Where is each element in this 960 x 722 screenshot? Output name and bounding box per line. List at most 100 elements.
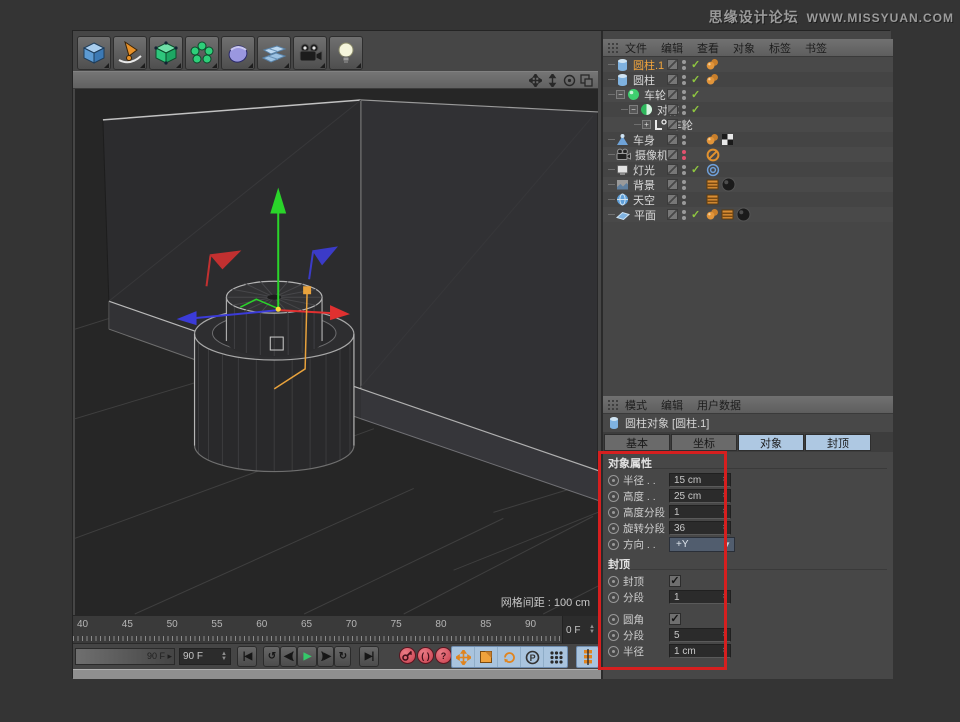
- forbid-tag-icon[interactable]: [706, 148, 720, 162]
- object-manager-menu-item-4[interactable]: 标签: [769, 40, 791, 56]
- animation-dot-icon[interactable]: [608, 523, 619, 534]
- property-checkbox[interactable]: ✓: [669, 613, 681, 625]
- object-row[interactable]: 背景: [603, 177, 893, 192]
- animation-dot-icon[interactable]: [608, 576, 619, 587]
- next-key-button[interactable]: ↻: [334, 646, 351, 667]
- tree-expander[interactable]: −: [616, 90, 625, 99]
- material-tag-icon[interactable]: [721, 177, 736, 192]
- end-frame-field[interactable]: 90 F ▲▼: [179, 648, 231, 665]
- current-frame-field[interactable]: 0 F ▲▼: [562, 616, 598, 644]
- attribute-manager-menu-item-0[interactable]: 模式: [625, 397, 647, 413]
- object-manager-menu-item-2[interactable]: 查看: [697, 40, 719, 56]
- object-name[interactable]: 背景: [633, 177, 655, 193]
- stepper-icon[interactable]: ▲▼: [722, 507, 728, 517]
- spline-pen-button[interactable]: [113, 36, 147, 70]
- record-position-toggle[interactable]: [452, 647, 475, 667]
- phong-tag-icon[interactable]: [706, 58, 719, 71]
- visibility-dots[interactable]: [682, 134, 686, 146]
- stepper-icon[interactable]: ▲▼: [589, 625, 595, 635]
- next-frame-button[interactable]: )▶: [317, 646, 334, 667]
- target-tag-icon[interactable]: [706, 163, 720, 177]
- object-manager-menu-item-1[interactable]: 编辑: [661, 40, 683, 56]
- add-cube-primitive-button[interactable]: [77, 36, 111, 70]
- object-row[interactable]: −对称✓: [603, 102, 893, 117]
- animation-dot-icon[interactable]: [608, 539, 619, 550]
- enable-check[interactable]: ✓: [691, 103, 703, 116]
- animation-dot-icon[interactable]: [608, 630, 619, 641]
- layer-color-box[interactable]: [667, 134, 678, 145]
- enable-check[interactable]: ✓: [691, 88, 703, 101]
- object-manager-menu-item-5[interactable]: 书签: [805, 40, 827, 56]
- object-row[interactable]: 圆柱.1✓: [603, 57, 893, 72]
- record-scale-toggle[interactable]: [475, 647, 498, 667]
- phong-tag-icon[interactable]: [706, 133, 719, 146]
- property-value-field[interactable]: 5▲▼: [669, 628, 731, 642]
- array-generator-button[interactable]: [185, 36, 219, 70]
- animation-dot-icon[interactable]: [608, 614, 619, 625]
- material-tag-icon[interactable]: [736, 207, 751, 222]
- visibility-dots[interactable]: [682, 164, 686, 176]
- object-row[interactable]: 车身: [603, 132, 893, 147]
- stepper-icon[interactable]: ▲▼: [722, 592, 728, 602]
- object-row[interactable]: 灯光 ✓: [603, 162, 893, 177]
- layer-color-box[interactable]: [667, 179, 678, 190]
- checker-tag-icon[interactable]: [721, 133, 734, 146]
- subdivision-surface-button[interactable]: [149, 36, 183, 70]
- object-manager-menu-item-3[interactable]: 对象: [733, 40, 755, 56]
- tree-expander[interactable]: −: [629, 105, 638, 114]
- stepper-icon[interactable]: ▲▼: [722, 491, 728, 501]
- go-to-end-button[interactable]: ▶|: [359, 646, 379, 667]
- enable-check[interactable]: ✓: [691, 208, 703, 221]
- property-checkbox[interactable]: ✓: [669, 575, 681, 587]
- enable-check[interactable]: ✓: [691, 163, 703, 176]
- visibility-dots[interactable]: [682, 119, 686, 131]
- record-keyframe-button[interactable]: [399, 647, 416, 664]
- layer-color-box[interactable]: [667, 149, 678, 160]
- object-row[interactable]: 圆柱✓: [603, 72, 893, 87]
- layer-color-box[interactable]: [667, 209, 678, 220]
- tree-expander[interactable]: +: [642, 120, 651, 129]
- property-value-field[interactable]: 15 cm▲▼: [669, 473, 731, 487]
- record-pla-toggle[interactable]: [544, 647, 567, 667]
- texture-tag-icon[interactable]: [706, 178, 719, 191]
- property-value-field[interactable]: 25 cm▲▼: [669, 489, 731, 503]
- tab-0[interactable]: 基本: [604, 434, 670, 451]
- light-object-button[interactable]: [329, 36, 363, 70]
- texture-tag-icon[interactable]: [706, 193, 719, 206]
- property-dropdown[interactable]: +Y▼: [669, 537, 735, 552]
- environment-floor-button[interactable]: [257, 36, 291, 70]
- object-row[interactable]: 平面✓: [603, 207, 893, 222]
- object-name[interactable]: 圆柱.1: [633, 57, 664, 73]
- property-value-field[interactable]: 1▲▼: [669, 505, 731, 519]
- object-name[interactable]: 灯光: [633, 162, 655, 178]
- viewport[interactable]: 网格间距 : 100 cm: [75, 89, 598, 615]
- keyframe-selection-button[interactable]: [576, 646, 599, 668]
- visibility-dots[interactable]: [682, 194, 686, 206]
- previous-frame-button[interactable]: ◀(: [280, 646, 297, 667]
- layer-color-box[interactable]: [667, 74, 678, 85]
- texture-tag-icon[interactable]: [721, 208, 734, 221]
- tab-3[interactable]: 封顶: [805, 434, 871, 451]
- visibility-dots[interactable]: [682, 89, 686, 101]
- camera-object-button[interactable]: [293, 36, 327, 70]
- tab-1[interactable]: 坐标: [671, 434, 737, 451]
- phong-tag-icon[interactable]: [706, 208, 719, 221]
- deformer-button[interactable]: [221, 36, 255, 70]
- stepper-icon[interactable]: ▲▼: [722, 646, 728, 656]
- object-row[interactable]: +车轮: [603, 117, 893, 132]
- object-row[interactable]: −车轮✓: [603, 87, 893, 102]
- property-value-field[interactable]: 36▲▼: [669, 521, 731, 535]
- panel-grip-icon[interactable]: [607, 42, 619, 54]
- visibility-dots[interactable]: [682, 179, 686, 191]
- animation-dot-icon[interactable]: [608, 507, 619, 518]
- animation-dot-icon[interactable]: [608, 646, 619, 657]
- object-row[interactable]: 天空: [603, 192, 893, 207]
- animation-dot-icon[interactable]: [608, 491, 619, 502]
- animation-dot-icon[interactable]: [608, 592, 619, 603]
- object-manager-menu-item-0[interactable]: 文件: [625, 40, 647, 56]
- layer-color-box[interactable]: [667, 194, 678, 205]
- object-row[interactable]: 摄像机: [603, 147, 893, 162]
- visibility-dots[interactable]: [682, 74, 686, 86]
- attribute-manager-menu-item-2[interactable]: 用户数据: [697, 397, 741, 413]
- attribute-manager-menu-item-1[interactable]: 编辑: [661, 397, 683, 413]
